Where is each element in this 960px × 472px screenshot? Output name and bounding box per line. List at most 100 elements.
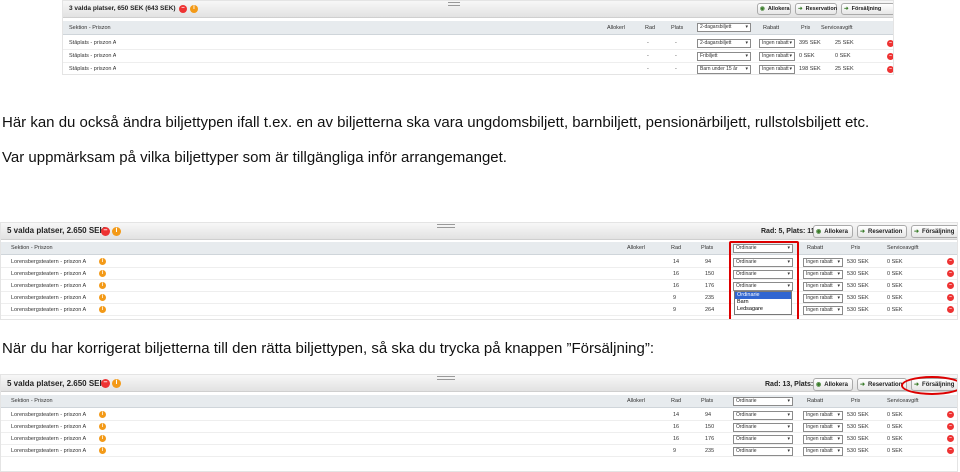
ticket-type-select[interactable]: Fribiljett [697,52,751,61]
col-row: Rad [671,245,682,251]
remove-all-icon[interactable]: – [101,227,110,236]
row-cell: 14 [673,259,680,265]
delete-row-icon[interactable]: – [947,435,954,442]
info-icon[interactable]: i [99,258,106,265]
remove-all-icon[interactable]: – [101,379,110,388]
reservation-button[interactable]: ➜ Reservation [857,378,907,391]
info-icon[interactable]: i [99,270,106,277]
allocate-button[interactable]: ◉ Allokera [813,225,853,238]
allocate-button[interactable]: ◉ Allokera [757,3,791,15]
discount-select[interactable]: Ingen rabatt [759,52,795,61]
delete-row-icon[interactable]: – [947,411,954,418]
info-icon[interactable]: i [99,435,106,442]
fee-cell: 25 SEK [835,66,854,72]
drag-handle[interactable] [437,224,455,230]
seat-cell: 150 [705,424,715,430]
title-bar: 5 valda platser, 2.650 SEK – i Rad: 5, P… [1,223,957,240]
table-row: Ståplats - priszon A - - Barn under 15 å… [63,63,893,74]
col-seat: Plats [671,25,684,31]
table-row: Ståplats - priszon A - - Fribiljett Inge… [63,50,893,63]
allocate-icon: ◉ [760,6,765,12]
screenshot-1: 3 valda platser, 650 SEK (643 SEK) – i ◉… [62,0,894,75]
sale-icon: ➜ [844,6,849,12]
row-cell: - [647,66,649,72]
ticket-type-select-all[interactable]: Ordinarie [733,397,793,406]
delete-row-icon[interactable]: – [947,258,954,265]
delete-row-icon[interactable]: – [947,270,954,277]
fee-cell: 0 SEK [887,307,903,313]
delete-row-icon[interactable]: – [887,53,893,60]
col-allocate: Allokerl [627,398,646,404]
allocate-button[interactable]: ◉ Allokera [813,378,853,391]
selection-summary: 5 valda platser, 2.650 SEK [7,379,106,388]
discount-select[interactable]: Ingen rabatt [759,65,795,74]
discount-select[interactable]: Ingen rabatt [803,294,843,303]
table-row: Lorensbergsteatern - priszon A i 9 264 I… [1,304,957,316]
discount-select[interactable]: Ingen rabatt [803,270,843,279]
seat-cell: 176 [705,436,715,442]
info-icon[interactable]: i [99,447,106,454]
info-icon[interactable]: i [99,411,106,418]
ticket-type-select[interactable]: Ordinarie [733,435,793,444]
delete-row-icon[interactable]: – [947,294,954,301]
highlight-box [729,241,799,319]
table-row: Lorensbergsteatern - priszon A i 16 176 … [1,280,957,292]
discount-select[interactable]: Ingen rabatt [759,39,795,48]
col-fee: Serviceavgift [887,398,919,404]
reservation-icon: ➜ [860,229,866,235]
discount-select[interactable]: Ingen rabatt [803,411,843,420]
ticket-type-select-all[interactable]: 2-dagarsbiljett [697,23,751,32]
ticket-type-select[interactable]: 2-dagarsbiljett [697,39,751,48]
fee-cell: 0 SEK [887,436,903,442]
col-section: Sektion - Priszon [69,25,111,31]
ticket-type-select[interactable]: Barn under 15 år [697,65,751,74]
reservation-icon: ➜ [798,6,803,12]
info-icon[interactable]: i [99,423,106,430]
discount-select[interactable]: Ingen rabatt [803,423,843,432]
instruction-text-2: Var uppmärksam på vilka biljettyper som … [2,149,507,166]
seat-cell: 94 [705,259,712,265]
discount-select[interactable]: Ingen rabatt [803,282,843,291]
seat-cell: - [675,66,677,72]
discount-select[interactable]: Ingen rabatt [803,447,843,456]
section-cell: Lorensbergsteatern - priszon A [11,283,87,289]
discount-select[interactable]: Ingen rabatt [803,435,843,444]
delete-row-icon[interactable]: – [887,40,893,47]
price-cell: 530 SEK [847,436,869,442]
delete-row-icon[interactable]: – [947,306,954,313]
info-icon[interactable]: i [99,306,106,313]
reservation-button[interactable]: ➜ Reservation [795,3,837,15]
screenshot-2: 5 valda platser, 2.650 SEK – i Rad: 5, P… [0,222,958,320]
seat-cell: 235 [705,448,715,454]
col-discount: Rabatt [763,25,780,31]
col-fee: Serviceavgift [887,245,919,251]
delete-row-icon[interactable]: – [947,282,954,289]
info-icon[interactable]: i [190,5,198,13]
ticket-type-select[interactable]: Ordinarie [733,423,793,432]
title-bar: 3 valda platser, 650 SEK (643 SEK) – i ◉… [63,1,893,18]
discount-select[interactable]: Ingen rabatt [803,258,843,267]
reservation-button[interactable]: ➜ Reservation [857,225,907,238]
section-cell: Ståplats - priszon A [69,53,117,59]
sale-button[interactable]: ➜ Försäljning [841,3,893,15]
seat-info: Rad: 5, Plats: 111 [761,228,819,235]
ticket-type-select[interactable]: Ordinarie [733,411,793,420]
discount-select[interactable]: Ingen rabatt [803,306,843,315]
info-icon[interactable]: i [112,379,121,388]
sale-button[interactable]: ➜ Försäljning [911,225,957,238]
instruction-text-1: Här kan du också ändra biljettypen ifall… [2,114,870,131]
delete-row-icon[interactable]: – [947,423,954,430]
info-icon[interactable]: i [99,294,106,301]
drag-handle[interactable] [448,2,460,7]
section-cell: Ståplats - priszon A [69,66,117,72]
delete-row-icon[interactable]: – [947,447,954,454]
remove-all-icon[interactable]: – [179,5,187,13]
ticket-type-select[interactable]: Ordinarie [733,447,793,456]
fee-cell: 0 SEK [887,295,903,301]
info-icon[interactable]: i [112,227,121,236]
info-icon[interactable]: i [99,282,106,289]
drag-handle[interactable] [437,376,455,382]
col-price: Pris [851,245,861,251]
section-cell: Lorensbergsteatern - priszon A [11,295,87,301]
delete-row-icon[interactable]: – [887,66,893,73]
